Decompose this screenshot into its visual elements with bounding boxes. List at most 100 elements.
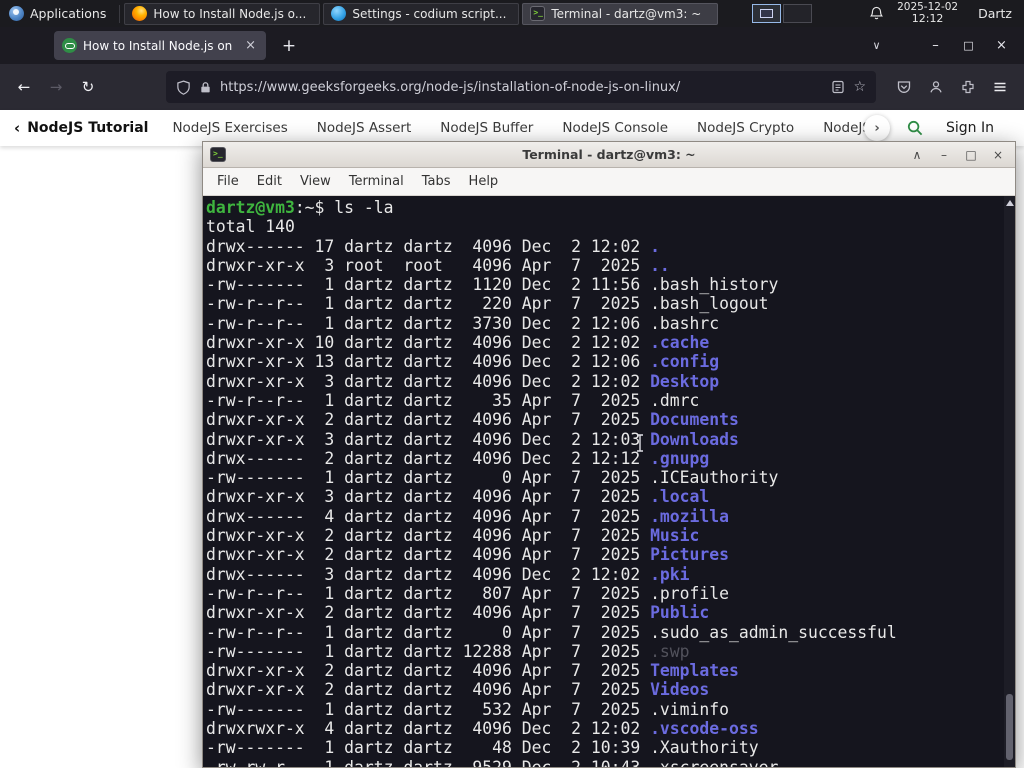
entry-name: .bashrc [650,313,720,333]
terminal-line: drwxrwxr-x 4 dartz dartz 4096 Dec 2 12:0… [206,719,1001,738]
bookmark-star-icon[interactable]: ☆ [853,79,866,95]
nav-item-nodejs-buffer[interactable]: NodeJS Buffer [440,120,533,136]
list-all-tabs-button[interactable]: ∨ [860,31,893,61]
scrollbar-thumb[interactable] [1006,694,1013,760]
user-menu[interactable]: Dartz [964,6,1024,21]
terminal-close-button[interactable]: × [991,149,1005,161]
reader-view-icon[interactable] [831,80,845,94]
reload-button[interactable]: ↻ [72,71,104,103]
back-button[interactable]: ← [8,71,40,103]
terminal-line: drwxr-xr-x 10 dartz dartz 4096 Dec 2 12:… [206,333,1001,352]
terminal-maximize-button[interactable]: □ [964,149,978,161]
entry-meta: drwxr-xr-x 2 dartz dartz 4096 Apr 7 2025 [206,526,651,546]
terminal-line: -rw------- 1 dartz dartz 1120 Dec 2 11:5… [206,275,1001,294]
search-icon[interactable] [906,119,924,137]
terminal-line: -rw-r--r-- 1 dartz dartz 0 Apr 7 2025 .s… [206,623,1001,642]
firefox-icon [132,6,148,21]
terminal-menu-view[interactable]: View [291,171,340,192]
tracking-protection-shield-icon[interactable] [176,79,191,95]
nav-item-nodejs-assert[interactable]: NodeJS Assert [317,120,412,136]
account-icon[interactable] [920,71,952,103]
url-bar[interactable]: https://www.geeksforgeeks.org/node-js/in… [166,71,876,103]
entry-meta: drwx------ 17 dartz dartz 4096 Dec 2 12:… [206,236,651,256]
terminal-menu-edit[interactable]: Edit [248,171,291,192]
terminal-minimize-button[interactable]: – [937,149,951,161]
entry-meta: -rw-r--r-- 1 dartz dartz 35 Apr 7 2025 [206,390,651,410]
tab-close-icon[interactable]: × [243,38,258,53]
taskbar: How to Install Node.js o... Settings - co… [124,0,719,27]
terminal-line: -rw------- 1 dartz dartz 532 Apr 7 2025 … [206,700,1001,719]
entry-meta: drwx------ 2 dartz dartz 4096 Dec 2 12:1… [206,448,651,468]
chevron-left-icon: ‹ [14,119,21,137]
applications-icon [9,6,24,21]
nav-back-link[interactable]: ‹ NodeJS Tutorial [14,119,148,137]
terminal-rollup-button[interactable]: ∧ [910,149,924,161]
nav-item-nodejs-console[interactable]: NodeJS Console [562,120,668,136]
terminal-line: drwx------ 4 dartz dartz 4096 Apr 7 2025… [206,507,1001,526]
entry-name: Documents [650,410,739,430]
entry-name: .vscode-oss [650,719,759,739]
browser-minimize-button[interactable]: – [919,31,952,61]
nav-item-nodejs-exercises[interactable]: NodeJS Exercises [172,120,287,136]
terminal-line: drwx------ 2 dartz dartz 4096 Dec 2 12:1… [206,449,1001,468]
sign-in-button[interactable]: Sign In [946,120,994,136]
terminal-menu-tabs[interactable]: Tabs [413,171,460,192]
workspace-switcher [752,4,813,23]
entry-name: .sudo_as_admin_successful [650,622,897,642]
terminal-line: -rw-r--r-- 1 dartz dartz 3730 Dec 2 12:0… [206,314,1001,333]
forward-button[interactable]: → [40,71,72,103]
entry-name: .. [650,255,670,275]
terminal-line: drwxr-xr-x 3 dartz dartz 4096 Dec 2 12:0… [206,372,1001,391]
terminal-menu-terminal[interactable]: Terminal [340,171,413,192]
scrollbar-up-arrow[interactable] [1005,200,1014,206]
entry-name: . [650,236,660,256]
extensions-icon[interactable] [952,71,984,103]
terminal-line: total 140 [206,217,1001,236]
browser-close-button[interactable]: × [985,31,1018,61]
terminal-line: -rw-r--r-- 1 dartz dartz 35 Apr 7 2025 .… [206,391,1001,410]
entry-name: .pki [650,564,690,584]
terminal-lines: dartz@vm3:~$ ls -la total 140 drwx------ 1… [203,196,1015,767]
terminal-scrollbar[interactable] [1004,196,1015,767]
terminal-window-title: Terminal - dartz@vm3: ~ [522,147,696,162]
new-tab-button[interactable]: + [276,36,302,56]
taskbar-button-terminal[interactable]: Terminal - dartz@vm3: ~ [522,2,719,25]
nav-back-label: NodeJS Tutorial [27,120,149,136]
taskbar-button-firefox[interactable]: How to Install Node.js o... [124,2,321,25]
browser-tab-active[interactable]: How to Install Node.js on × [54,31,266,60]
terminal-line: drwxr-xr-x 2 dartz dartz 4096 Apr 7 2025… [206,603,1001,622]
menu-hamburger-icon[interactable] [984,71,1016,103]
entry-meta: drwxr-xr-x 2 dartz dartz 4096 Apr 7 2025 [206,603,651,623]
nav-scroll-right-button[interactable]: › [864,115,890,141]
entry-name: Downloads [650,429,739,449]
terminal-menu-file[interactable]: File [208,171,248,192]
terminal-line: drwxr-xr-x 2 dartz dartz 4096 Apr 7 2025… [206,526,1001,545]
entry-meta: drwxr-xr-x 3 root root 4096 Apr 7 2025 [206,255,651,275]
notifications-bell-icon[interactable] [862,6,891,21]
terminal-line: drwxr-xr-x 2 dartz dartz 4096 Apr 7 2025… [206,661,1001,680]
workspace-1[interactable] [752,4,782,23]
taskbar-button-vscodium[interactable]: Settings - codium script... [323,2,520,25]
entry-name: .bash_history [650,275,779,295]
entry-meta: drwxr-xr-x 2 dartz dartz 4096 Apr 7 2025 [206,410,651,430]
entry-name: .gnupg [650,448,710,468]
lock-icon[interactable] [199,81,212,94]
url-text[interactable]: https://www.geeksforgeeks.org/node-js/in… [220,80,823,95]
entry-meta: drwxr-xr-x 13 dartz dartz 4096 Dec 2 12:… [206,352,651,372]
entry-meta: -rw-r--r-- 1 dartz dartz 3730 Dec 2 12:0… [206,313,651,333]
taskbar-button-label: Terminal - dartz@vm3: ~ [551,6,702,21]
browser-maximize-button[interactable]: □ [952,31,985,61]
terminal-output[interactable]: dartz@vm3:~$ ls -la total 140 drwx------ 1… [203,196,1015,767]
pocket-icon[interactable] [888,71,920,103]
terminal-titlebar[interactable]: Terminal - dartz@vm3: ~ ∧ – □ × [203,142,1015,168]
panel-clock[interactable]: 2025-12-02 12:12 [891,1,964,26]
terminal-window-buttons: ∧ – □ × [910,149,1008,161]
geeksforgeeks-favicon [62,38,77,53]
nav-item-nodejs-crypto[interactable]: NodeJS Crypto [697,120,794,136]
workspace-2[interactable] [783,4,813,23]
entry-name: Desktop [650,371,720,391]
window-controls: ∨ – □ × [860,31,1024,61]
terminal-menubar: File Edit View Terminal Tabs Help [203,168,1015,196]
terminal-menu-help[interactable]: Help [460,171,508,192]
applications-menu-button[interactable]: Applications [0,0,115,27]
